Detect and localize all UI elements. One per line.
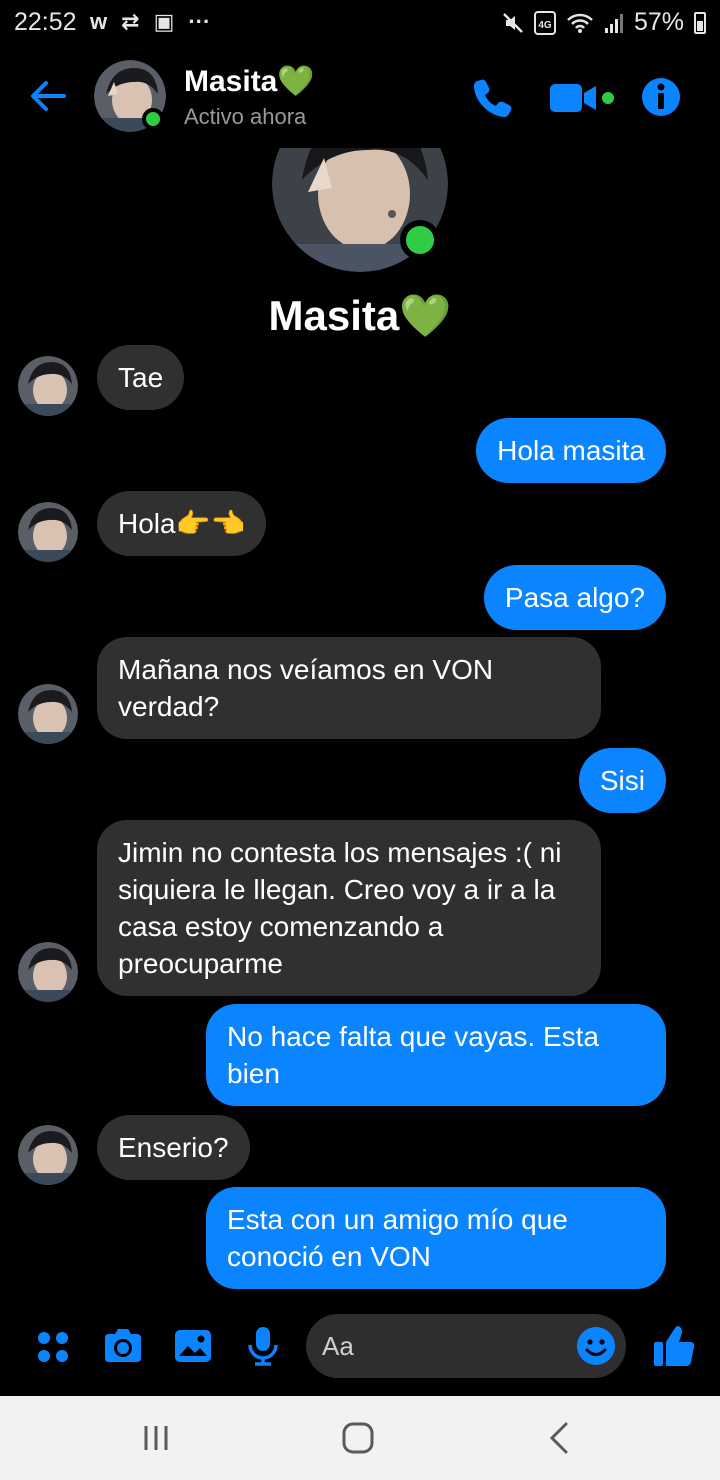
info-icon[interactable] <box>640 76 682 118</box>
conversation-header: Masita💚 Activo ahora <box>0 52 720 142</box>
back-nav-icon[interactable] <box>540 1420 580 1456</box>
home-icon[interactable] <box>338 1420 378 1456</box>
mute-icon <box>503 12 523 33</box>
outgoing-message[interactable]: Sisi <box>578 748 666 813</box>
video-call-icon[interactable] <box>548 78 618 118</box>
incoming-message[interactable]: Jimin no contesta los mensajes :( ni siq… <box>97 820 601 996</box>
gallery-icon[interactable] <box>171 1324 215 1368</box>
microphone-icon[interactable] <box>241 1324 285 1368</box>
incoming-message[interactable]: Tae <box>97 345 185 410</box>
camera-icon[interactable] <box>101 1324 145 1368</box>
svg-text:4G: 4G <box>538 20 552 31</box>
message-input-container <box>306 1314 626 1378</box>
system-navigation-bar <box>0 1396 720 1480</box>
sender-avatar[interactable] <box>18 1125 78 1185</box>
outgoing-message[interactable]: Pasa algo? <box>483 565 666 630</box>
profile-online-indicator <box>400 220 440 260</box>
status-bar: 22:52 w ⇄ ▣ ··· 4G 57% <box>0 0 720 44</box>
status-time: 22:52 <box>14 8 77 36</box>
profile-name: Masita💚 <box>268 292 452 339</box>
active-status: Activo ahora <box>184 104 307 129</box>
image-icon: ▣ <box>153 9 175 34</box>
sender-avatar[interactable] <box>18 684 78 744</box>
sender-avatar[interactable] <box>18 356 78 416</box>
sender-avatar[interactable] <box>18 502 78 562</box>
incoming-message[interactable]: Enserio? <box>97 1115 250 1180</box>
battery-percent: 57% <box>633 8 684 36</box>
more-actions-icon[interactable] <box>32 1324 76 1368</box>
phone-call-icon[interactable] <box>472 76 514 118</box>
signal-icon <box>604 13 623 33</box>
outgoing-message[interactable]: Esta con un amigo mío que conoció en VON <box>206 1187 666 1289</box>
incoming-message[interactable]: Mañana nos veíamos en VON verdad? <box>97 637 601 739</box>
emoji-icon[interactable] <box>576 1326 616 1366</box>
back-arrow-icon[interactable] <box>26 74 70 118</box>
outgoing-message[interactable]: No hace falta que vayas. Esta bien <box>206 1004 666 1106</box>
w-icon: w <box>90 9 108 34</box>
like-thumbs-up-icon[interactable] <box>652 1322 696 1368</box>
wifi-icon <box>567 13 593 33</box>
volte-4g-icon: 4G <box>533 10 556 35</box>
message-input[interactable] <box>322 1314 572 1378</box>
outgoing-message[interactable]: Hola masita <box>476 418 666 483</box>
more-icon: ··· <box>188 9 211 34</box>
recent-apps-icon[interactable] <box>136 1420 176 1456</box>
sender-avatar[interactable] <box>18 942 78 1002</box>
retweet-icon: ⇄ <box>121 9 140 34</box>
battery-icon <box>694 11 706 34</box>
contact-name[interactable]: Masita💚 <box>184 64 315 99</box>
message-composer <box>0 1310 720 1390</box>
online-indicator <box>142 108 164 130</box>
incoming-message[interactable]: Hola👉👈 <box>97 491 267 556</box>
